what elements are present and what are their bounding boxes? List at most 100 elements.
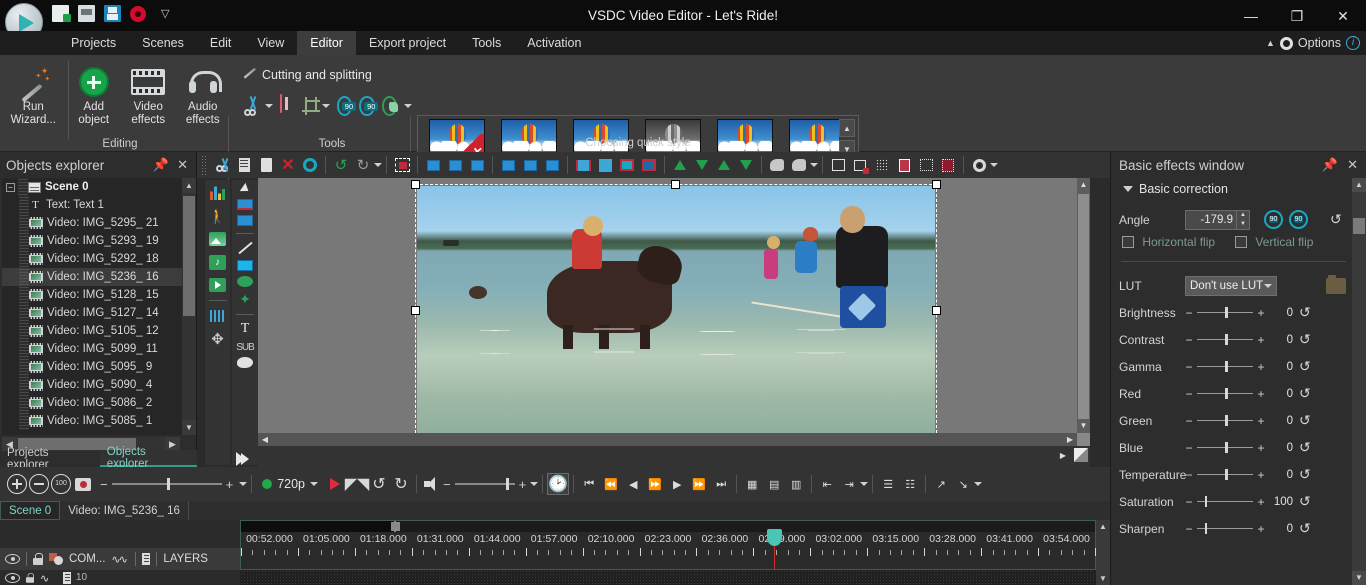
objects-tree-vertical-scrollbar[interactable]: ▲ ▼	[182, 178, 196, 435]
slider-reset-button[interactable]: ↺	[1299, 305, 1317, 321]
video-effects-button[interactable]: Video effects	[121, 57, 176, 126]
stop-button[interactable]: ⏩	[644, 473, 666, 495]
slider-plus-icon[interactable]: +	[1257, 441, 1265, 455]
distribute-vertical-icon[interactable]	[594, 154, 616, 176]
split-view-icon-2[interactable]: ▤	[763, 473, 785, 495]
slider-control[interactable]: −+	[1185, 441, 1265, 455]
duplicate-icon[interactable]	[827, 154, 849, 176]
align-objects-icon-1[interactable]: ☰	[877, 473, 899, 495]
rectangle-tool-icon[interactable]	[235, 260, 255, 272]
pin-icon[interactable]: 📌	[1322, 157, 1338, 173]
delete-icon[interactable]: ✕	[277, 154, 299, 176]
transition-icon-2[interactable]: ↘	[952, 473, 974, 495]
rotate-free-icon[interactable]	[382, 96, 397, 116]
resize-handle[interactable]	[411, 180, 420, 189]
rect-frame-icon[interactable]	[235, 199, 255, 211]
slider-control[interactable]: −+	[1185, 414, 1265, 428]
preview-range-icon[interactable]: ◤◥	[346, 473, 368, 495]
menu-export-project[interactable]: Export project	[356, 31, 459, 55]
tree-item[interactable]: Video: IMG_5105_ 12	[2, 322, 183, 340]
zoom-in-icon[interactable]	[6, 473, 28, 495]
play-button[interactable]: ▶	[666, 473, 688, 495]
horizontal-flip-checkbox[interactable]: Horizontal flip	[1122, 235, 1215, 249]
slider-control[interactable]: −+	[1185, 333, 1265, 347]
timeline-tab-video[interactable]: Video: IMG_5236_ 16	[60, 501, 189, 520]
chevron-down-icon[interactable]	[310, 482, 318, 486]
slider-plus-icon[interactable]: +	[1257, 387, 1265, 401]
chevron-down-icon[interactable]	[974, 482, 982, 486]
slider-plus-icon[interactable]: +	[1257, 360, 1265, 374]
close-button[interactable]: ✕	[1320, 0, 1366, 32]
preview-resize-grip[interactable]	[1074, 448, 1088, 462]
fast-forward-button[interactable]: ⏩	[688, 473, 710, 495]
lut-select[interactable]: Don't use LUT	[1185, 276, 1277, 296]
equalizer-icon[interactable]	[208, 306, 228, 326]
preview-canvas[interactable]: ▲ ▼ ◀ ▶	[258, 178, 1090, 446]
split-view-icon-3[interactable]: ▥	[785, 473, 807, 495]
undo-icon[interactable]: ↺	[330, 154, 352, 176]
menu-edit[interactable]: Edit	[197, 31, 245, 55]
rotate-left-icon[interactable]: 90	[337, 96, 352, 116]
sprite-object-icon[interactable]: 🚶	[208, 206, 228, 226]
scissors-icon[interactable]	[242, 95, 258, 117]
run-wizard-button[interactable]: ✦ ✦ ✦ Run Wizard...	[6, 57, 61, 126]
basic-correction-section[interactable]: Basic correction	[1123, 182, 1348, 196]
checkbox-icon[interactable]	[1122, 236, 1134, 248]
timeline-vertical-scrollbar[interactable]: ▲ ▼	[1096, 520, 1110, 585]
volume-icon[interactable]	[421, 473, 443, 495]
list-icon[interactable]	[142, 553, 150, 565]
fit-width-icon[interactable]	[616, 154, 638, 176]
lock-icon[interactable]	[26, 573, 34, 583]
slider-control[interactable]: −+	[1185, 360, 1265, 374]
visibility-eye-icon[interactable]	[5, 554, 20, 564]
close-icon[interactable]: ✕	[177, 157, 188, 173]
chevron-down-icon[interactable]	[322, 104, 330, 108]
slider-control[interactable]: −+	[1185, 468, 1265, 482]
slider-minus-icon[interactable]: −	[1185, 306, 1193, 320]
tree-item[interactable]: Video: IMG_5295_ 21	[2, 214, 183, 232]
chevron-down-icon[interactable]	[1123, 186, 1133, 192]
gear-icon[interactable]	[1280, 37, 1293, 50]
redo-icon[interactable]: ↻	[352, 154, 374, 176]
callout-tool-icon[interactable]	[235, 357, 255, 369]
slider-plus-icon[interactable]: +	[1257, 495, 1265, 509]
send-to-back-icon[interactable]	[735, 154, 757, 176]
chevron-down-icon[interactable]	[404, 104, 412, 108]
tree-item[interactable]: Video: IMG_5095_ 9	[2, 358, 183, 376]
timeline-tab-scene-0[interactable]: Scene 0	[0, 501, 60, 520]
menu-tools[interactable]: Tools	[459, 31, 514, 55]
pin-icon[interactable]: 📌	[153, 157, 169, 173]
slider-control[interactable]: −+	[1185, 306, 1265, 320]
clone-icon[interactable]	[849, 154, 871, 176]
menu-scenes[interactable]: Scenes	[129, 31, 197, 55]
loop-forward-icon[interactable]: ↻	[390, 473, 412, 495]
toolbar-grip[interactable]	[201, 155, 207, 175]
minimize-button[interactable]: —	[1228, 0, 1274, 32]
snapshot-icon[interactable]	[72, 473, 94, 495]
playhead-handle[interactable]	[767, 529, 782, 546]
selection-frame[interactable]	[415, 184, 937, 438]
subtitles-tool-icon[interactable]: SUB	[235, 341, 255, 353]
tree-item[interactable]: Video: IMG_5090_ 4	[2, 376, 183, 394]
vertical-flip-checkbox[interactable]: Vertical flip	[1235, 235, 1313, 249]
timeline-track-lane[interactable]	[240, 570, 1096, 585]
align-left-icon[interactable]	[422, 154, 444, 176]
timeline-track-row-2[interactable]: ∿ 10	[0, 570, 240, 585]
slider-plus-icon[interactable]: +	[1257, 306, 1265, 320]
split-icon[interactable]	[280, 95, 296, 117]
transition-icon-1[interactable]: ↗	[930, 473, 952, 495]
tree-item[interactable]: TText: Text 1	[2, 196, 183, 214]
scroll-up-icon[interactable]: ▲	[1352, 178, 1366, 192]
menu-projects[interactable]: Projects	[58, 31, 129, 55]
chevron-down-icon[interactable]	[530, 482, 538, 486]
move-down-icon[interactable]	[691, 154, 713, 176]
collapse-ribbon-icon[interactable]: ▲	[1266, 38, 1275, 48]
shapes-icon[interactable]	[49, 553, 63, 565]
checkbox-icon[interactable]	[1235, 236, 1247, 248]
visibility-eye-icon[interactable]	[5, 573, 20, 583]
slider-reset-button[interactable]: ↺	[1299, 440, 1317, 456]
star-tool-icon[interactable]: ✦	[235, 291, 255, 308]
ungroup-icon[interactable]	[788, 154, 810, 176]
slider-minus-icon[interactable]: −	[1185, 360, 1193, 374]
select-icon[interactable]	[299, 154, 321, 176]
